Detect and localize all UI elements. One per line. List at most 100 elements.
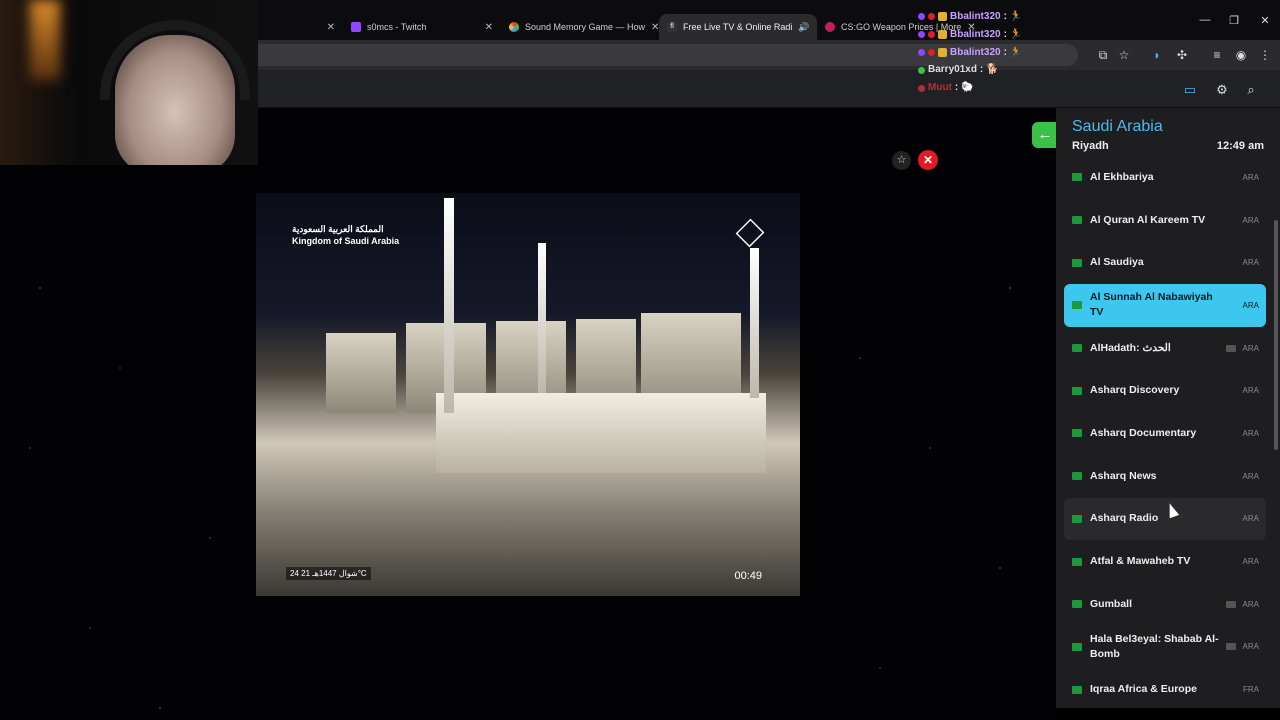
chat-colon: :	[1003, 28, 1007, 40]
country-title: Saudi Arabia	[1072, 118, 1163, 135]
sub-badge-icon	[918, 31, 925, 39]
chat-message: Bbalint320 : 🏃	[918, 8, 1022, 26]
watermark-arabic: المملكة العربية السعودية	[292, 224, 384, 234]
flag-icon	[1072, 514, 1082, 523]
maximize-button[interactable]: ❐	[1219, 14, 1249, 27]
extension-audio-icon[interactable]: ◗	[1148, 48, 1166, 62]
tab-close-icon[interactable]: ✕	[485, 22, 493, 33]
minimize-button[interactable]: —	[1190, 14, 1220, 26]
minaret	[444, 198, 454, 413]
flag-icon	[1072, 386, 1082, 395]
chat-colon: :	[1003, 11, 1007, 22]
mosque-building	[436, 393, 766, 473]
channel-name: Al Quran Al Kareem TV	[1090, 213, 1206, 226]
channel-name: Asharq Radio	[1090, 512, 1159, 525]
headphones	[100, 20, 250, 100]
close-player-button[interactable]: ✕	[918, 150, 938, 170]
bookmark-star-icon[interactable]: ☆	[1115, 48, 1133, 62]
video-clock-overlay: 00:49	[734, 570, 762, 582]
language-code: ARA	[1242, 343, 1259, 353]
channel-item[interactable]: Hala Bel3eyal: Shabab Al-Bomb ARA	[1064, 626, 1266, 669]
channel-name: Al Ekhbariya	[1090, 170, 1154, 183]
channel-item[interactable]: Asharq Discovery ARA	[1064, 369, 1266, 412]
channel-item[interactable]: Al Sunnah Al Nabawiyah TV ARA	[1064, 284, 1266, 327]
channel-name: Asharq Discovery	[1090, 384, 1180, 397]
flag-icon	[1072, 685, 1082, 694]
channel-item[interactable]: Asharq Documentary ARA	[1064, 412, 1266, 455]
search-icon[interactable]: ⌕	[1242, 82, 1260, 98]
badge-icon	[918, 66, 925, 74]
webcam-overlay	[0, 0, 258, 165]
language-code: ARA	[1242, 514, 1259, 524]
radio-mode-icon[interactable]: ⚙	[1213, 82, 1231, 98]
video-player[interactable]: المملكة العربية السعودية Kingdom of Saud…	[256, 193, 800, 596]
hotel-building	[326, 333, 396, 413]
language-code: ARA	[1242, 300, 1259, 310]
chat-message: Bbalint320 : 🏃	[918, 26, 1022, 44]
chat-username: Bbalint320	[950, 46, 1001, 58]
chat-colon: :	[954, 82, 959, 94]
menu-kebab-icon[interactable]: ⋮	[1256, 48, 1274, 62]
extensions-puzzle-icon[interactable]: ✣	[1173, 48, 1191, 62]
chat-message: Barry01xd : 🐕	[918, 61, 1022, 79]
chat-username: Barry01xd	[928, 64, 977, 76]
browser-tab-strip: ✕ s0mcs - Twitch ✕ Sound Memory Game — H…	[258, 0, 1280, 40]
csgo-site-icon	[825, 22, 835, 32]
install-icon[interactable]: ⧉	[1094, 48, 1112, 63]
tv-icon	[1226, 643, 1236, 651]
channel-name: Iqraa Africa & Europe	[1090, 683, 1197, 696]
app-header	[258, 70, 1280, 108]
tab-close-icon[interactable]: ✕	[327, 22, 335, 33]
badge-icon	[928, 13, 935, 21]
language-code: ARA	[1242, 599, 1259, 609]
channel-name: AlHadath: الحدث	[1090, 341, 1171, 354]
media-controls-icon[interactable]: ≡	[1208, 48, 1226, 62]
city-label: Riyadh	[1072, 140, 1109, 152]
channel-item[interactable]: Al Quran Al Kareem TV ARA	[1064, 199, 1266, 242]
profile-avatar-icon[interactable]: ◉	[1232, 48, 1250, 62]
channel-logo-icon	[735, 218, 765, 248]
language-code: ARA	[1242, 172, 1259, 182]
tab-twitch[interactable]: s0mcs - Twitch ✕	[343, 14, 501, 40]
tab-0[interactable]: ✕	[258, 14, 343, 40]
gift-badge-icon	[938, 47, 947, 57]
sidebar-scrollbar[interactable]	[1274, 220, 1278, 450]
tab-free-live-tv[interactable]: fl Free Live TV & Online Radi 🔊 ✕	[659, 14, 817, 40]
flag-icon	[1072, 600, 1082, 609]
back-arrow-button[interactable]: ←	[1032, 122, 1058, 148]
site-icon: fl	[667, 22, 677, 32]
chat-colon: :	[979, 64, 984, 76]
gift-badge-icon	[938, 12, 947, 22]
flag-icon	[1072, 429, 1082, 438]
chat-emote: 🏃	[1009, 46, 1023, 58]
sub-badge-icon	[918, 48, 925, 56]
chat-username: Muut	[928, 82, 952, 94]
window-close-button[interactable]: ✕	[1250, 14, 1280, 27]
channel-name: Al Saudiya	[1090, 256, 1144, 269]
chrome-icon	[509, 22, 519, 32]
chat-colon: :	[1003, 46, 1007, 58]
language-code: ARA	[1242, 428, 1259, 438]
favorite-star-button[interactable]: ☆	[892, 151, 911, 170]
tab-title: s0mcs - Twitch	[367, 22, 427, 32]
tab-sound-memory[interactable]: Sound Memory Game — How ✕	[501, 14, 659, 40]
channel-item[interactable]: AlHadath: الحدث ARA	[1064, 327, 1266, 370]
tab-close-icon[interactable]: ✕	[651, 22, 659, 33]
channel-item[interactable]: Al Ekhbariya ARA	[1064, 156, 1266, 199]
channel-item[interactable]: Al Saudiya ARA	[1064, 241, 1266, 284]
channel-list: Al Ekhbariya ARA Al Quran Al Kareem TV ARA A…	[1064, 156, 1266, 708]
channel-name: Asharq News	[1090, 469, 1157, 482]
speaker-icon[interactable]: 🔊	[798, 22, 809, 33]
tv-icon	[1226, 344, 1236, 352]
local-time: 12:49 am	[1216, 140, 1264, 152]
tv-mode-icon[interactable]: ▭	[1181, 82, 1199, 98]
channel-item[interactable]: Iqraa Africa & Europe FRA	[1064, 668, 1266, 708]
chat-username: Bbalint320	[950, 28, 1001, 40]
minaret	[750, 248, 759, 398]
channel-watermark: المملكة العربية السعودية Kingdom of Saud…	[292, 223, 399, 247]
channel-item[interactable]: Asharq News ARA	[1064, 455, 1266, 498]
channel-item[interactable]: Gumball ARA	[1064, 583, 1266, 626]
flag-icon	[1072, 344, 1082, 353]
channel-item[interactable]: Atfal & Mawaheb TV ARA	[1064, 540, 1266, 583]
watermark-english: Kingdom of Saudi Arabia	[292, 236, 400, 246]
